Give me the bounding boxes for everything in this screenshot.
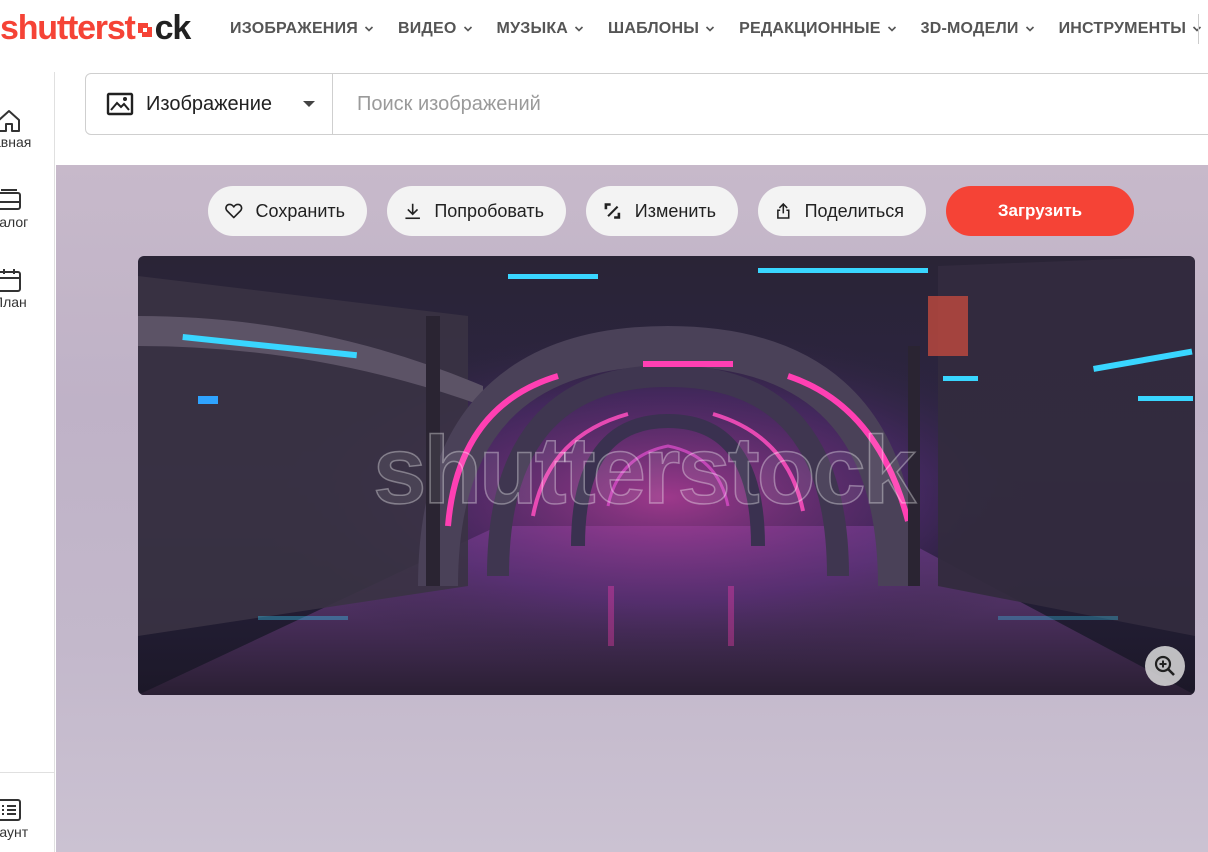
nav-item-3d-models[interactable]: 3D-МОДЕЛИ — [921, 20, 1035, 38]
edit-icon — [604, 203, 621, 219]
sidebar-item-plan[interactable]: План — [0, 268, 55, 310]
chevron-down-icon — [887, 26, 896, 32]
sidebar-divider — [0, 772, 55, 773]
heart-icon — [225, 203, 243, 219]
nav-item-label: 3D-МОДЕЛИ — [920, 20, 1019, 37]
save-button-label: Сохранить — [255, 200, 345, 221]
nav-item-tools[interactable]: ИНСТРУМЕНТЫ — [1059, 20, 1203, 38]
image-actions-toolbar: Сохранить Попробовать Изменить Поделитьс… — [208, 186, 926, 236]
image-icon — [106, 92, 134, 116]
logo-text-primary: shutterst — [0, 9, 136, 47]
catalog-icon — [0, 189, 21, 210]
chevron-down-icon — [463, 26, 472, 32]
nav-item-templates[interactable]: ШАБЛОНЫ — [608, 20, 715, 38]
nav-item-music[interactable]: МУЗЫКА — [497, 20, 585, 38]
caret-down-icon — [303, 101, 315, 107]
shutterstock-watermark: shutterstock — [372, 417, 917, 524]
search-type-label: Изображение — [146, 92, 272, 115]
sidebar-item-label: авная — [0, 134, 32, 150]
nav-item-label: РЕДАКЦИОННЫЕ — [739, 20, 881, 37]
shutterstock-logo[interactable]: shutterst ck — [0, 8, 192, 48]
nav-item-label: МУЗЫКА — [496, 20, 569, 37]
search-bar: Изображение — [85, 73, 1208, 135]
chevron-down-icon — [706, 26, 715, 32]
share-button[interactable]: Поделиться — [758, 186, 926, 236]
nav-item-label: ШАБЛОНЫ — [608, 20, 700, 37]
download-icon — [405, 203, 420, 220]
nav-divider — [1198, 14, 1199, 44]
chevron-down-icon — [1025, 26, 1034, 32]
sidebar-item-label: талог — [0, 214, 29, 230]
sidebar-item-catalog[interactable]: талог — [0, 188, 55, 230]
main-nav: ИЗОБРАЖЕНИЯ ВИДЕО МУЗЫКА ШАБЛОНЫ РЕДАКЦИ… — [230, 0, 1202, 58]
edit-button-label: Изменить — [634, 200, 716, 221]
sidebar-item-label: План — [0, 294, 27, 310]
sidebar-item-label: каунт — [0, 824, 29, 840]
nav-item-images[interactable]: ИЗОБРАЖЕНИЯ — [230, 20, 374, 38]
left-sidebar: авная талог План каунт — [0, 72, 55, 852]
sidebar-item-account[interactable]: каунт — [0, 798, 55, 840]
nav-item-editorial[interactable]: РЕДАКЦИОННЫЕ — [739, 20, 897, 38]
zoom-in-icon — [1154, 655, 1175, 676]
image-preview[interactable]: shutterstock — [138, 256, 1195, 695]
chevron-down-icon — [364, 26, 374, 32]
top-navigation-bar: shutterst ck ИЗОБРАЖЕНИЯ ВИДЕО МУЗЫКА ШАБ… — [0, 0, 1208, 58]
search-type-dropdown[interactable]: Изображение — [86, 74, 333, 134]
zoom-button[interactable] — [1145, 646, 1185, 686]
chevron-down-icon — [574, 26, 584, 32]
logo-text-secondary: ck — [154, 9, 192, 47]
nav-item-video[interactable]: ВИДЕО — [398, 20, 473, 38]
try-button[interactable]: Попробовать — [387, 186, 566, 236]
nav-item-label: ВИДЕО — [397, 20, 457, 37]
logo-mark-icon — [137, 23, 152, 37]
nav-item-label: ИЗОБРАЖЕНИЯ — [230, 20, 358, 37]
upload-button[interactable]: Загрузить — [946, 186, 1134, 236]
calendar-icon — [0, 269, 21, 292]
home-icon — [0, 110, 20, 132]
account-icon — [0, 799, 21, 821]
save-button[interactable]: Сохранить — [208, 186, 367, 236]
sidebar-item-home[interactable]: авная — [0, 108, 55, 150]
edit-button[interactable]: Изменить — [586, 186, 738, 236]
nav-item-label: ИНСТРУМЕНТЫ — [1058, 20, 1187, 37]
search-input[interactable] — [333, 74, 1208, 134]
share-icon — [777, 202, 790, 219]
try-button-label: Попробовать — [434, 200, 544, 221]
share-button-label: Поделиться — [804, 200, 904, 221]
